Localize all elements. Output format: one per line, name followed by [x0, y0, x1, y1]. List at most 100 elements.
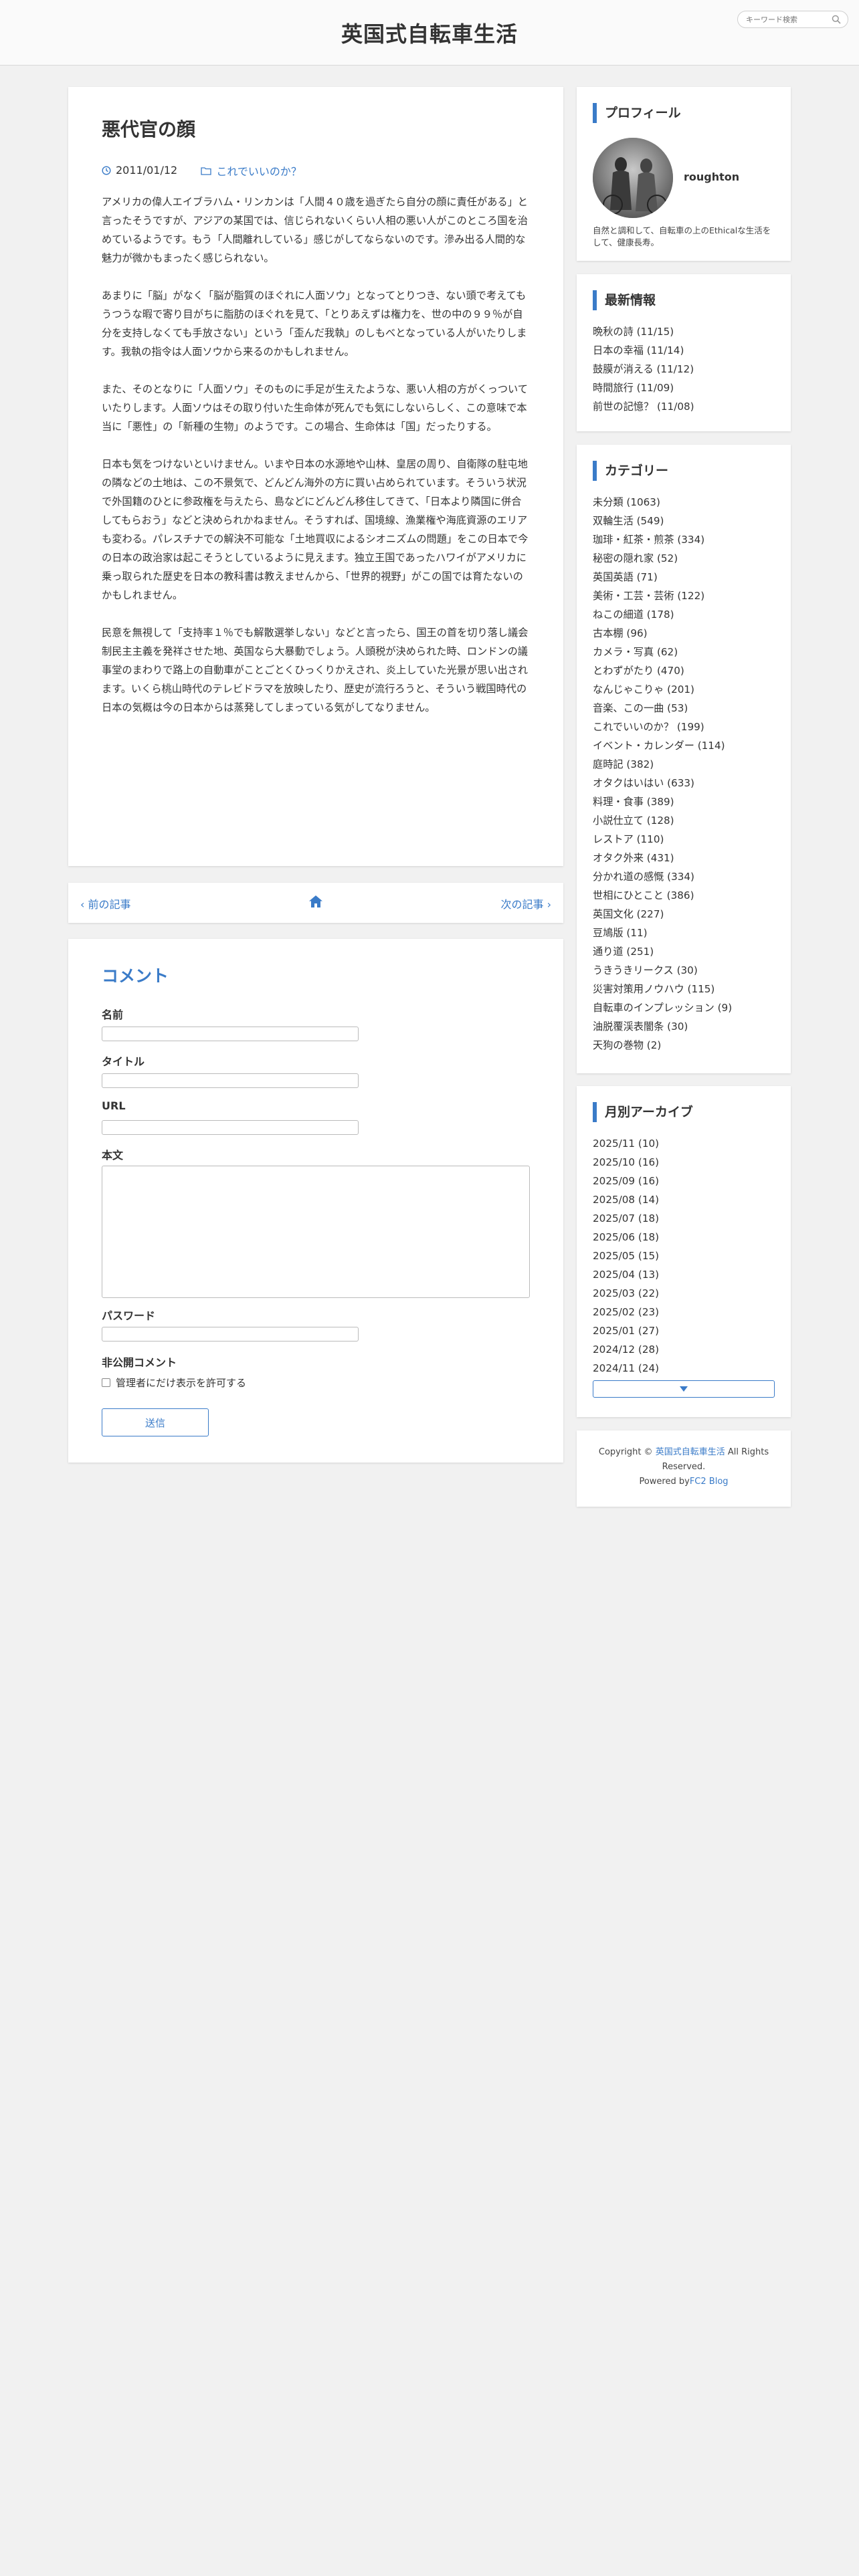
chevron-right-icon: › [547, 898, 551, 911]
latest-item[interactable]: 晩秋の詩 (11/15) [593, 322, 777, 341]
private-option[interactable]: 管理者にだけ表示を許可する [102, 1376, 246, 1390]
archive-item[interactable]: 2025/07 (18) [593, 1209, 777, 1228]
archive-title: 月別アーカイブ [593, 1102, 693, 1122]
category-item[interactable]: 油脱覆渓表闇条 (30) [593, 1017, 777, 1036]
archive-item[interactable]: 2025/02 (23) [593, 1303, 777, 1321]
latest-item[interactable]: 日本の幸福 (11/14) [593, 341, 777, 360]
category-item[interactable]: カメラ・写真 (62) [593, 643, 777, 661]
post-date-text: 2011/01/12 [116, 164, 178, 177]
category-item[interactable]: なんじゃこりゃ (201) [593, 680, 777, 699]
category-item[interactable]: うきうきリークス (30) [593, 961, 777, 980]
avatar [593, 138, 673, 218]
folder-icon [201, 167, 211, 175]
article-paragraph: 民意を無視して「支持率１％でも解散選挙しない」などと言ったら、国王の首を切り落し… [102, 627, 529, 714]
category-item[interactable]: 未分類 (1063) [593, 493, 777, 512]
archive-list: 2025/11 (10) 2025/10 (16) 2025/09 (16) 2… [593, 1134, 777, 1378]
archive-item[interactable]: 2025/09 (16) [593, 1172, 777, 1190]
archive-expand-button[interactable] [593, 1380, 775, 1398]
chevron-left-icon: ‹ [80, 898, 85, 911]
archive-item[interactable]: 2025/05 (15) [593, 1247, 777, 1265]
search-icon[interactable] [832, 15, 841, 24]
article-paragraph: また、そのとなりに「人面ソウ」そのものに手足が生えたような、悪い人相の方がくっつ… [102, 383, 528, 433]
profile-widget: プロフィール roughton 自然と調和して、自転車の上のEthicalな生活… [577, 87, 791, 261]
category-item[interactable]: 美術・工芸・芸術 (122) [593, 586, 777, 605]
body-textarea[interactable] [102, 1166, 530, 1298]
category-item[interactable]: 秘密の隠れ家 (52) [593, 549, 777, 568]
post-navigation: ‹ 前の記事 次の記事 › [68, 883, 563, 923]
archive-item[interactable]: 2025/03 (22) [593, 1284, 777, 1303]
fc2-blog-link[interactable]: FC2 Blog [690, 1477, 729, 1487]
site-title[interactable]: 英国式自転車生活 [0, 17, 859, 48]
name-field[interactable] [102, 1027, 359, 1041]
category-item[interactable]: 世相にひとこと (386) [593, 886, 777, 905]
category-item[interactable]: レストア (110) [593, 830, 777, 849]
latest-item[interactable]: 前世の記憶？ (11/08) [593, 397, 777, 416]
title-field[interactable] [102, 1073, 359, 1088]
caret-down-icon [680, 1386, 688, 1392]
archive-item[interactable]: 2025/10 (16) [593, 1153, 777, 1172]
article-meta: 2011/01/12 これでいいのか？ [102, 163, 322, 179]
search-box[interactable] [737, 11, 848, 28]
category-item[interactable]: 音楽、この一曲 (53) [593, 699, 777, 718]
prev-post-link[interactable]: ‹ 前の記事 [80, 895, 131, 911]
powered-by-label: Powered by [639, 1477, 690, 1487]
category-item[interactable]: 分かれ道の感慨 (334) [593, 867, 777, 886]
archive-item[interactable]: 2025/11 (10) [593, 1134, 777, 1153]
article-card: 悪代官の顔 2011/01/12 これでいいのか？ アメリカの偉人エイブラハム・… [68, 87, 563, 866]
category-item[interactable]: とわずがたり (470) [593, 661, 777, 680]
category-item[interactable]: 通り道 (251) [593, 942, 777, 961]
copyright-site-link[interactable]: 英国式自転車生活 [656, 1447, 725, 1457]
category-item[interactable]: 小説仕立て (128) [593, 811, 777, 830]
archive-widget: 月別アーカイブ 2025/11 (10) 2025/10 (16) 2025/0… [577, 1086, 791, 1417]
comment-heading: コメント [102, 966, 169, 986]
category-item[interactable]: 古本棚 (96) [593, 624, 777, 643]
latest-item[interactable]: 時間旅行 (11/09) [593, 379, 777, 397]
next-post-link[interactable]: 次の記事 › [500, 895, 551, 911]
post-category[interactable]: これでいいのか？ [201, 163, 302, 179]
post-category-link[interactable]: これでいいのか？ [216, 163, 302, 179]
category-item[interactable]: 自転車のインプレッション (9) [593, 998, 777, 1017]
private-label: 非公開コメント [102, 1356, 177, 1369]
latest-widget: 最新情報 晩秋の詩 (11/15) 日本の幸福 (11/14) 鼓膜が消える (… [577, 274, 791, 431]
category-item[interactable]: これでいいのか？ (199) [593, 718, 777, 736]
category-item[interactable]: オタクはいはい (633) [593, 774, 777, 792]
submit-button[interactable]: 送信 [102, 1408, 209, 1436]
private-checkbox[interactable] [102, 1378, 110, 1387]
search-input[interactable] [746, 14, 825, 25]
private-checkbox-label: 管理者にだけ表示を許可する [116, 1377, 247, 1389]
password-label: パスワード [102, 1309, 156, 1322]
article-title: 悪代官の顔 [102, 118, 196, 140]
category-item[interactable]: 天狗の巻物 (2) [593, 1036, 777, 1055]
latest-item[interactable]: 鼓膜が消える (11/12) [593, 360, 777, 379]
category-item[interactable]: 英国英語 (71) [593, 568, 777, 586]
password-field[interactable] [102, 1327, 359, 1341]
profile-description: 自然と調和して、自転車の上のEthicalな生活をして、健康長寿。 [593, 225, 771, 247]
article-paragraph: アメリカの偉人エイブラハム・リンカンは「人間４０歳を過ぎたら自分の顔に責任がある… [102, 196, 528, 264]
post-date: 2011/01/12 [102, 164, 177, 177]
category-list: 未分類 (1063) 双輪生活 (549) 珈琲・紅茶・煎茶 (334) 秘密の… [593, 493, 777, 1055]
category-item[interactable]: 英国文化 (227) [593, 905, 777, 924]
url-label: URL [102, 1099, 126, 1112]
category-item[interactable]: 災害対策用ノウハウ (115) [593, 980, 777, 998]
clock-icon [102, 165, 111, 175]
archive-item[interactable]: 2025/01 (27) [593, 1321, 777, 1340]
copyright: Copyright © 英国式自転車生活 All Rights Reserved… [577, 1445, 791, 1489]
home-icon[interactable] [308, 893, 324, 909]
category-item[interactable]: 双輪生活 (549) [593, 512, 777, 530]
category-item[interactable]: イベント・カレンダー (114) [593, 736, 777, 755]
category-item[interactable]: 珈琲・紅茶・煎茶 (334) [593, 530, 777, 549]
archive-item[interactable]: 2025/08 (14) [593, 1190, 777, 1209]
category-item[interactable]: 庭時記 (382) [593, 755, 777, 774]
profile-name: roughton [684, 171, 740, 183]
archive-item[interactable]: 2024/12 (28) [593, 1340, 777, 1359]
category-item[interactable]: 料理・食事 (389) [593, 792, 777, 811]
archive-item[interactable]: 2025/04 (13) [593, 1265, 777, 1284]
category-item[interactable]: 豆鳩版 (11) [593, 924, 777, 942]
copyright-prefix: Copyright © [598, 1447, 656, 1457]
url-field[interactable] [102, 1120, 359, 1135]
category-item[interactable]: ねこの細道 (178) [593, 605, 777, 624]
category-item[interactable]: オタク外来 (431) [593, 849, 777, 867]
archive-item[interactable]: 2024/11 (24) [593, 1359, 777, 1378]
latest-list: 晩秋の詩 (11/15) 日本の幸福 (11/14) 鼓膜が消える (11/12… [593, 322, 777, 416]
archive-item[interactable]: 2025/06 (18) [593, 1228, 777, 1247]
